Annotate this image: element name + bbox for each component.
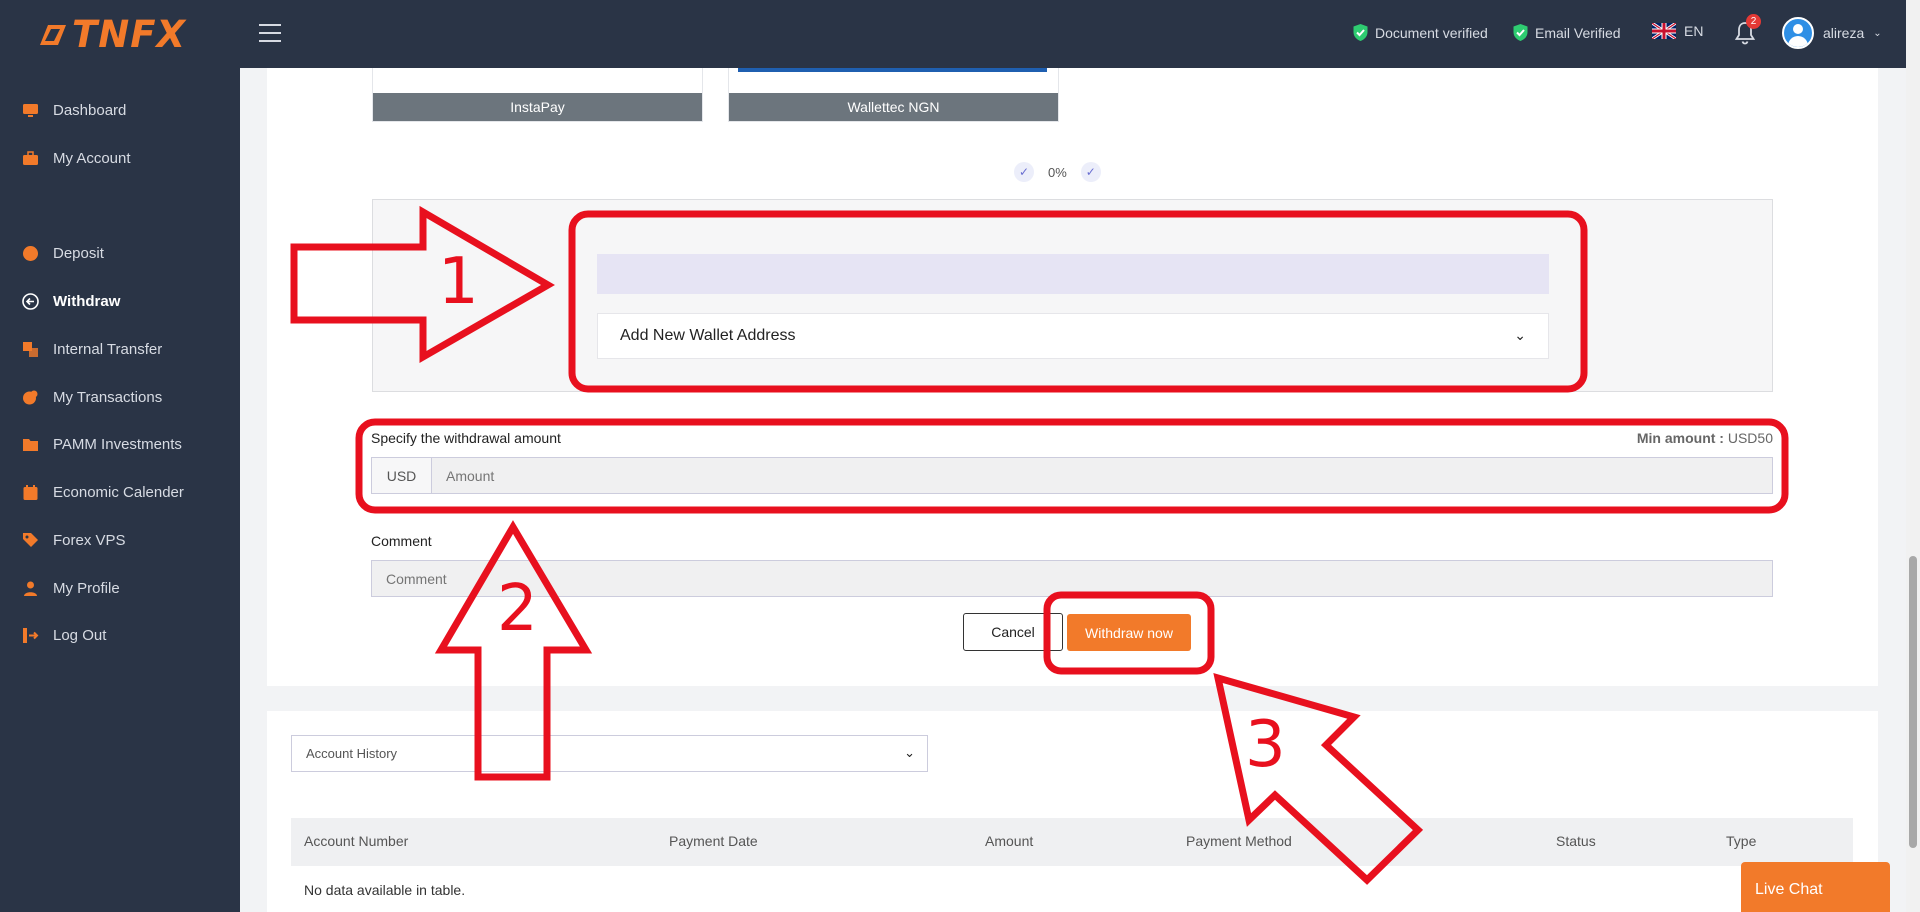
tag-icon [23,533,38,547]
sidebar-item-withdraw[interactable]: Withdraw [22,293,120,310]
sidebar-item-deposit[interactable]: Deposit [22,245,104,262]
chevron-down-icon: ⌄ [904,745,915,760]
notification-badge: 2 [1746,14,1761,29]
annotation-number-2: 2 [497,572,538,646]
transfer-icon [23,342,38,357]
shield-check-icon [1353,24,1368,41]
sidebar-item-log-out[interactable]: Log Out [22,627,106,644]
language-selector[interactable]: EN [1652,23,1703,39]
payment-method-label: InstaPay [373,93,702,121]
sidebar-item-label: My Profile [53,580,120,597]
language-label: EN [1684,23,1704,39]
logo-mark-icon [40,25,66,45]
sidebar-item-label: My Transactions [53,389,163,406]
annotation-number-1: 1 [438,245,479,319]
min-amount-label: Min amount : [1636,430,1724,446]
calendar-icon [23,485,38,500]
amount-label: Specify the withdrawal amount [371,430,561,446]
user-menu[interactable]: alireza ⌄ [1782,17,1882,49]
wallet-select-label: Add New Wallet Address [620,327,796,344]
sidebar-item-label: PAMM Investments [53,436,182,453]
sidebar-item-dashboard[interactable]: Dashboard [22,102,126,119]
sidebar-item-my-transactions[interactable]: My Transactions [22,389,162,406]
sidebar-item-label: My Account [53,150,131,167]
chevron-down-icon: ⌄ [1873,27,1882,39]
sidebar-item-internal-transfer[interactable]: Internal Transfer [22,341,162,358]
uk-flag-icon [1652,23,1676,39]
username: alireza [1823,25,1865,41]
email-verified-badge: Email Verified [1512,23,1621,42]
table-header [291,818,1853,866]
hamburger-line [259,40,281,42]
sidebar-item-label: Economic Calender [53,484,184,501]
email-verified-text: Email Verified [1535,24,1621,41]
top-bar: TNFX Document verified Email Verified EN… [0,0,1906,68]
empty-table-message: No data available in table. [304,882,466,898]
comment-label: Comment [371,533,432,549]
shield-check-icon [1513,24,1528,41]
document-verified-text: Document verified [1375,24,1488,41]
comment-input[interactable] [371,560,1773,597]
document-verified-badge: Document verified [1352,23,1488,42]
scrollbar[interactable] [1906,0,1920,912]
arrow-left-circle-icon [22,293,39,310]
chevron-down-icon: ⌄ [1514,327,1526,343]
wallet-address-bar [597,254,1549,294]
sidebar-item-label: Withdraw [53,293,121,310]
live-chat-button[interactable]: Live Chat [1741,862,1890,912]
sidebar-item-my-profile[interactable]: My Profile [22,580,120,597]
hamburger-line [259,24,281,26]
column-header[interactable]: Payment Method [1186,833,1292,849]
payment-method-wallettec-ngn[interactable]: Wallettec NGN [728,68,1059,122]
currency-addon: USD [371,457,432,494]
progress-steps: ✓ 0% ✓ [1014,162,1101,182]
amount-input-group: USD [371,457,1773,494]
folder-icon [23,439,38,451]
min-amount: Min amount : USD50 [1637,430,1773,446]
monitor-icon [23,104,38,117]
logout-icon [23,628,39,643]
withdraw-now-button[interactable]: Withdraw now [1067,614,1191,651]
sidebar-item-label: Internal Transfer [53,341,163,358]
coins-icon [23,390,38,405]
circle-icon [23,246,38,261]
wallet-address-select[interactable]: Add New Wallet Address ⌄ [597,313,1549,359]
column-header[interactable]: Type [1726,833,1756,849]
avatar [1782,17,1814,49]
min-amount-value: USD50 [1727,430,1773,446]
sidebar-item-label: Log Out [53,627,107,644]
check-icon: ✓ [1080,162,1101,182]
payment-method-instapay[interactable]: InstaPay [372,68,703,122]
user-icon [24,581,37,596]
wallet-panel [372,199,1773,392]
notifications-button[interactable]: 2 [1733,14,1761,46]
cancel-button[interactable]: Cancel [963,613,1063,651]
selected-method-indicator [738,68,1047,72]
sidebar-item-label: Forex VPS [53,532,126,549]
briefcase-icon [23,151,38,165]
sidebar-item-pamm-investments[interactable]: PAMM Investments [22,436,182,453]
sidebar-item-economic-calender[interactable]: Economic Calender [22,484,184,501]
payment-method-label: Wallettec NGN [729,93,1058,121]
check-icon: ✓ [1014,162,1034,182]
menu-toggle-button[interactable] [259,24,281,42]
column-header[interactable]: Amount [985,833,1033,849]
sidebar-item-forex-vps[interactable]: Forex VPS [22,532,126,549]
column-header[interactable]: Payment Date [669,833,758,849]
brand-logo[interactable]: TNFX [36,12,187,56]
column-header[interactable]: Status [1556,833,1596,849]
column-header[interactable]: Account Number [304,833,408,849]
annotation-number-3: 3 [1245,708,1286,782]
history-select-label: Account History [306,746,398,761]
account-history-select[interactable]: Account History ⌄ [291,735,928,772]
amount-input[interactable] [432,457,1773,494]
brand-logo-text: TNFX [72,12,187,56]
hamburger-line [259,32,281,34]
scrollbar-thumb[interactable] [1909,556,1917,848]
sidebar-item-label: Deposit [53,245,104,262]
sidebar-item-my-account[interactable]: My Account [22,150,131,167]
sidebar-item-label: Dashboard [53,102,127,119]
fee-percentage: 0% [1048,164,1067,180]
